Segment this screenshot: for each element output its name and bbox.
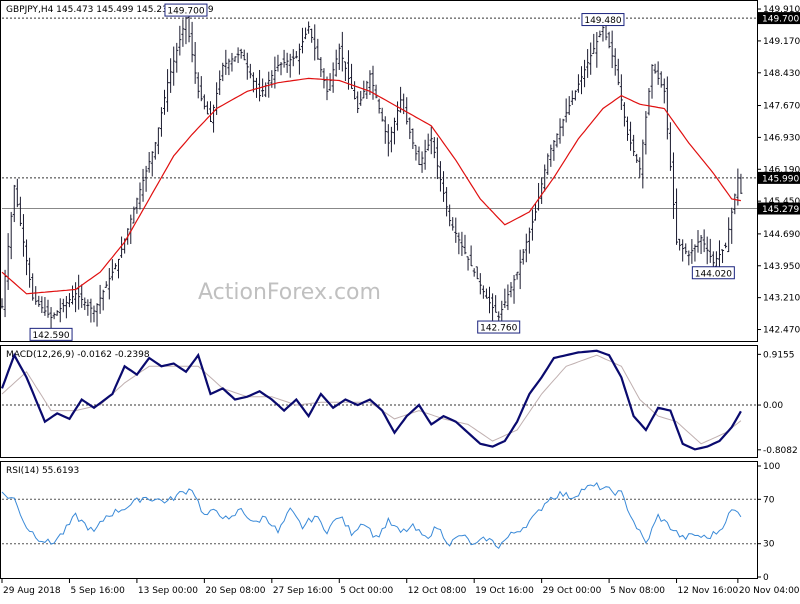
rsi-ytick-label: 0 <box>763 573 769 583</box>
x-tick-label: 5 Nov 08:00 <box>610 586 665 596</box>
level-label-2: 142.760 <box>480 324 517 334</box>
price-ytick-label: 149.170 <box>763 37 800 47</box>
x-tick-label: 12 Oct 08:00 <box>408 586 467 596</box>
x-tick-label: 29 Oct 00:00 <box>543 586 602 596</box>
axis-tag-1: 145.990 <box>762 174 799 184</box>
axis-tag-2: 145.279 <box>762 205 799 215</box>
price-ytick-label: 143.950 <box>763 262 800 272</box>
x-tick-label: 19 Oct 16:00 <box>475 586 534 596</box>
macd-ytick-label: 0.00 <box>763 401 783 411</box>
x-tick-label: 29 Aug 2018 <box>3 586 61 596</box>
watermark: ActionForex.com <box>198 280 381 305</box>
macd-header: MACD(12,26,9) -0.0162 -0.2398 <box>6 350 150 360</box>
x-tick-label: 27 Sep 16:00 <box>273 586 333 596</box>
price-ytick-label: 144.690 <box>763 230 800 240</box>
rsi-panel <box>1 462 758 579</box>
x-tick-label: 20 Sep 08:00 <box>205 586 265 596</box>
price-ytick-label: 142.470 <box>763 326 800 336</box>
x-tick-label: 5 Oct 00:00 <box>340 586 393 596</box>
rsi-ytick-label: 70 <box>763 495 775 505</box>
rsi-ytick-label: 30 <box>763 540 775 550</box>
rsi-header: RSI(14) 55.6193 <box>6 466 79 476</box>
macd-ytick-label: -0.8082 <box>763 446 798 456</box>
price-ytick-label: 148.430 <box>763 69 800 79</box>
chart-root: GBPJPY,H4 145.473 145.499 145.230 145.27… <box>0 0 800 600</box>
x-tick-label: 12 Nov 16:00 <box>678 586 739 596</box>
price-ytick-label: 146.930 <box>763 133 800 143</box>
x-tick-label: 5 Sep 16:00 <box>70 586 125 596</box>
macd-panel <box>1 346 758 458</box>
axis-tag-0: 149.700 <box>762 15 799 25</box>
level-label-4: 144.020 <box>695 269 732 279</box>
price-ytick-label: 147.670 <box>763 102 800 112</box>
level-label-1: 142.590 <box>32 331 69 341</box>
price-ytick-label: 143.210 <box>763 294 800 304</box>
chart-svg: GBPJPY,H4 145.473 145.499 145.230 145.27… <box>0 0 800 600</box>
axis-layer: 29 Aug 2018 5 Sep 16:00 13 Sep 00:00 20 Sep… <box>2 579 800 596</box>
level-label-0: 149.700 <box>167 7 204 17</box>
rsi-ytick-label: 100 <box>763 462 780 472</box>
x-tick-label: 13 Sep 00:00 <box>138 586 198 596</box>
macd-ytick-label: 0.9155 <box>763 350 795 360</box>
x-tick-label: 20 Nov 04:00 <box>739 586 800 596</box>
level-label-3: 149.480 <box>584 16 621 26</box>
